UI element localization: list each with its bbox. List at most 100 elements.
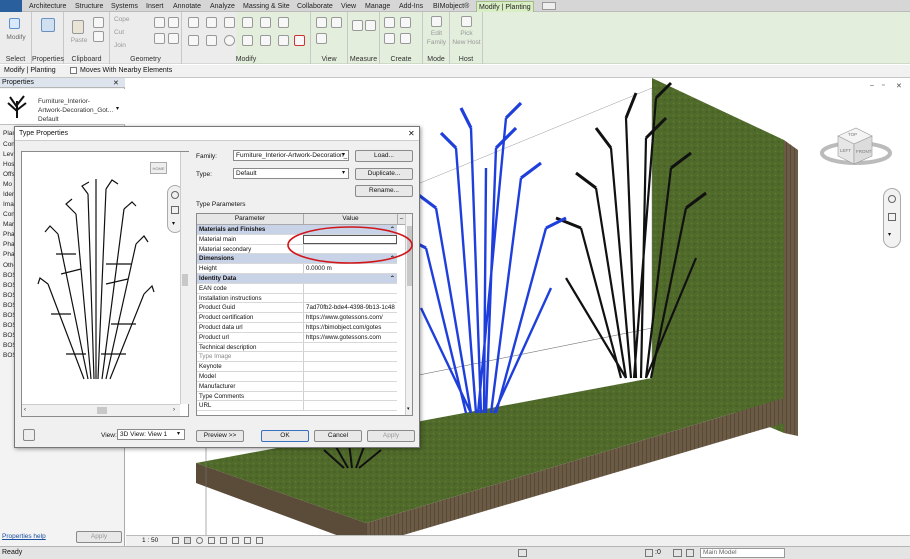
create-assembly-icon[interactable] (400, 17, 411, 28)
table-row[interactable]: Manufacturer (197, 381, 397, 392)
param-value[interactable] (303, 391, 397, 401)
tab-systems[interactable]: Systems (109, 1, 140, 12)
detail-level-icon[interactable] (172, 537, 179, 544)
scale-icon[interactable] (260, 35, 271, 46)
halftone-icon[interactable] (316, 33, 327, 44)
preview-horizontal-scrollbar[interactable]: ‹ › (22, 404, 180, 416)
table-row[interactable]: Type Image (197, 352, 397, 363)
create-similar-icon[interactable] (400, 33, 411, 44)
steering-wheel-icon[interactable] (888, 195, 896, 203)
editable-only-icon[interactable] (686, 549, 694, 557)
design-options-icon[interactable] (645, 549, 653, 557)
param-value[interactable] (303, 381, 397, 391)
chevron-down-icon[interactable]: ▾ (342, 169, 345, 176)
reveal-hidden-icon[interactable] (256, 537, 263, 544)
home-cube-icon[interactable]: HOME (150, 162, 167, 174)
restore-icon[interactable]: ▫ (882, 82, 884, 89)
tab-architecture[interactable]: Architecture (27, 1, 68, 12)
minimize-icon[interactable]: – (870, 82, 874, 89)
table-row[interactable]: Product certification https://www.gotesso… (197, 313, 397, 323)
copy-icon[interactable] (206, 35, 217, 46)
scrollbar-thumb[interactable] (182, 274, 188, 286)
rotate-icon[interactable] (224, 35, 235, 46)
chevron-down-icon[interactable]: ▾ (177, 430, 180, 437)
moves-with-nearby-checkbox[interactable] (70, 67, 77, 74)
collapse-icon[interactable]: ⌃ (303, 274, 397, 283)
mirror-draw-icon[interactable] (242, 17, 253, 28)
mirror-icon[interactable] (224, 17, 235, 28)
preview-button[interactable]: Preview >> (196, 430, 244, 442)
rename-button[interactable]: Rename... (355, 185, 413, 197)
visual-style-icon[interactable] (184, 537, 191, 544)
crop-icon[interactable] (220, 537, 227, 544)
table-row[interactable]: EAN code (197, 283, 397, 294)
pin-icon[interactable] (278, 35, 289, 46)
lock-icon[interactable] (232, 537, 239, 544)
filter-icon[interactable] (673, 549, 682, 557)
application-menu-button[interactable] (0, 0, 22, 12)
hide-icon[interactable] (316, 17, 327, 28)
tab-view[interactable]: View (339, 1, 358, 12)
param-value[interactable]: 7ad70fb2-bde4-4398-9b13-1c48 (303, 303, 397, 313)
measure-icon[interactable] (352, 20, 363, 31)
geometry-tool-icon[interactable] (168, 17, 179, 28)
chevron-down-icon[interactable]: ▾ (116, 105, 119, 112)
param-value[interactable] (303, 293, 397, 303)
navigation-bar[interactable]: ▾ (883, 188, 901, 248)
paste-label[interactable]: Paste (69, 37, 89, 44)
offset-icon[interactable] (206, 17, 217, 28)
zoom-icon[interactable] (171, 206, 179, 214)
edit-label[interactable]: Edit (423, 30, 450, 37)
ribbon-toggle-icon[interactable] (542, 2, 556, 10)
table-row[interactable]: URL (197, 401, 397, 412)
table-row[interactable]: Type Comments (197, 391, 397, 402)
param-value[interactable] (303, 342, 397, 352)
ok-button[interactable]: OK (261, 430, 309, 442)
dimension-icon[interactable] (365, 20, 376, 31)
sun-path-icon[interactable] (196, 537, 203, 544)
properties-icon[interactable] (41, 18, 55, 32)
dialog-close-icon[interactable]: ✕ (408, 129, 415, 138)
move-icon[interactable] (188, 35, 199, 46)
worksets-icon[interactable] (518, 549, 527, 557)
table-row[interactable]: Product data url https://bimobject.com/go… (197, 323, 397, 333)
cope-label[interactable]: Cope (114, 16, 130, 23)
table-row[interactable]: Technical description (197, 342, 397, 353)
apply-button[interactable]: Apply (367, 430, 415, 442)
split-icon[interactable] (260, 17, 271, 28)
preview-pane[interactable]: HOME ▾ ‹ › (21, 151, 189, 417)
geometry-tool-icon[interactable] (168, 33, 179, 44)
delete-icon[interactable] (294, 35, 305, 46)
param-value[interactable]: https://bimobject.com/gotes (303, 323, 397, 332)
param-value[interactable] (303, 401, 397, 411)
tab-bimobject[interactable]: BIMobject® (431, 1, 471, 12)
scroll-down-icon[interactable]: ▾ (407, 406, 410, 412)
new-host-label[interactable]: New Host (450, 39, 483, 46)
tab-collaborate[interactable]: Collaborate (295, 1, 335, 12)
chevron-down-icon[interactable]: ▾ (172, 220, 175, 227)
tab-add-ins[interactable]: Add-Ins (397, 1, 425, 12)
cancel-button[interactable]: Cancel (314, 430, 362, 442)
properties-help-link[interactable]: Properties help (2, 533, 46, 540)
table-row[interactable]: Product url https://www.gotessons.com (197, 332, 397, 343)
tab-annotate[interactable]: Annotate (171, 1, 203, 12)
preview-toggle-icon[interactable] (23, 429, 35, 441)
modify-button-label[interactable]: Modify (2, 34, 30, 41)
table-row[interactable]: Keynote (197, 362, 397, 372)
create-group-icon[interactable] (384, 17, 395, 28)
override-icon[interactable] (331, 17, 342, 28)
table-row[interactable]: Product Guid 7ad70fb2-bde4-4398-9b13-1c48 (197, 303, 397, 314)
main-model-select[interactable]: Main Model (700, 548, 785, 558)
param-value[interactable]: https://www.gotessons.com/ (303, 313, 397, 322)
properties-apply-button[interactable]: Apply (76, 531, 122, 543)
zoom-icon[interactable] (888, 213, 896, 221)
tab-modify-planting[interactable]: Modify | Planting (476, 1, 534, 12)
tab-analyze[interactable]: Analyze (208, 1, 237, 12)
chevron-down-icon[interactable]: ▾ (888, 231, 891, 238)
chevron-down-icon[interactable]: ▾ (342, 151, 345, 158)
trim-icon[interactable] (278, 17, 289, 28)
hide-isolate-icon[interactable] (244, 537, 251, 544)
copy-clip-icon[interactable] (93, 31, 104, 42)
array-icon[interactable] (242, 35, 253, 46)
family-label[interactable]: Family (423, 39, 450, 46)
